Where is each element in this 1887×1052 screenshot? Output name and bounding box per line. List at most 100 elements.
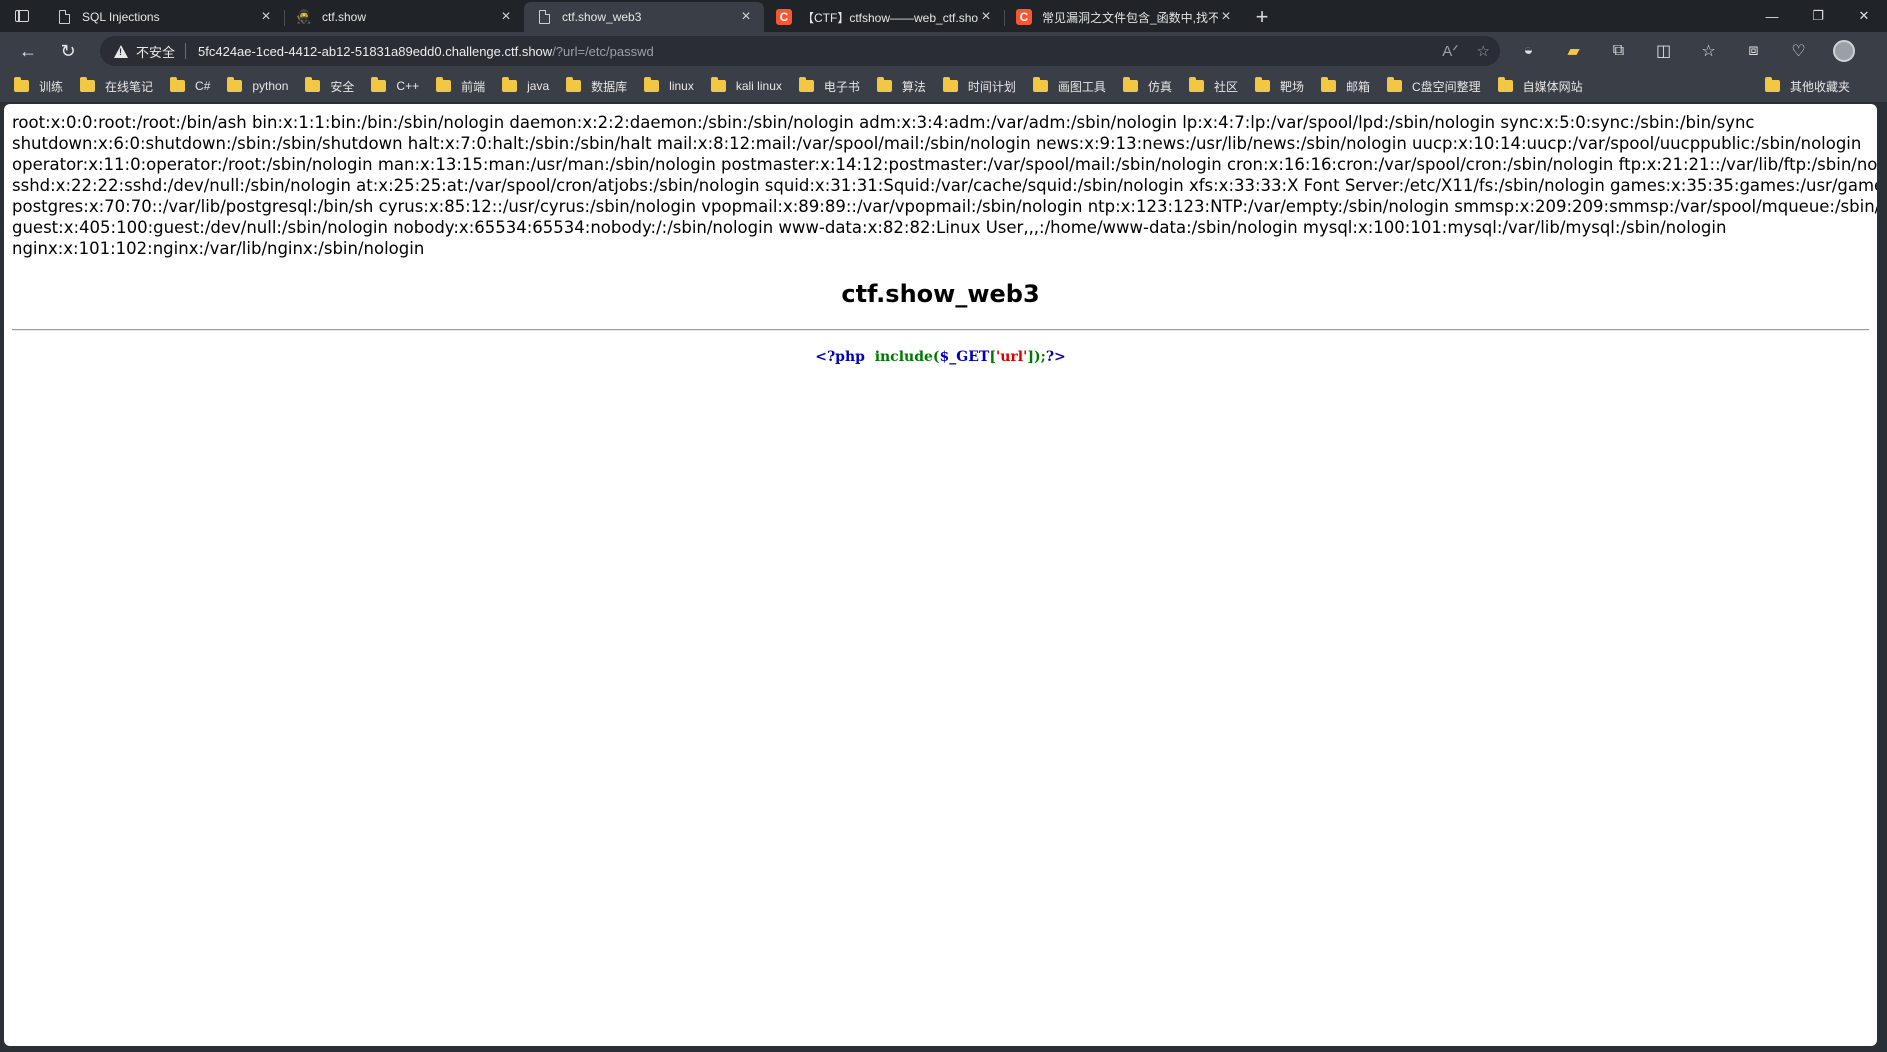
- bookmark-folder[interactable]: 画图工具: [1032, 77, 1106, 95]
- bookmark-label: linux: [669, 79, 694, 93]
- passwd-line: root:x:0:0:root:/root:/bin/ash bin:x:1:1…: [12, 113, 1755, 132]
- close-icon[interactable]: ×: [258, 9, 274, 25]
- restore-icon[interactable]: ❐: [1795, 0, 1841, 32]
- php-bracket-close: ]);: [1027, 349, 1046, 365]
- folder-icon: [1764, 77, 1780, 92]
- close-icon[interactable]: ×: [978, 9, 994, 25]
- folder-icon: [1254, 77, 1270, 92]
- bookmark-label: kali linux: [735, 79, 782, 93]
- bookmark-label: 数据库: [591, 79, 628, 94]
- address-bar[interactable]: ! 不安全 5fc424ae-1ced-4412-ab12-51831a89ed…: [100, 36, 1500, 66]
- bookmark-other-favorites[interactable]: 其他收藏夹: [1764, 70, 1850, 102]
- bookmark-folder[interactable]: 数据库: [566, 77, 628, 95]
- tab-sql-injections[interactable]: SQL Injections ×: [44, 2, 284, 32]
- folder-icon: [1497, 77, 1513, 92]
- bookmark-folder[interactable]: 训练: [14, 77, 63, 95]
- toolbar-icons: ◒ ▰ ⧉ ◫ ☆ ⧈ ♡: [1506, 35, 1866, 67]
- passwd-line: postgres:x:70:70::/var/lib/postgresql:/b…: [12, 197, 1877, 216]
- bookmark-folder[interactable]: 安全: [305, 77, 355, 95]
- bookmark-folder[interactable]: python: [227, 77, 288, 93]
- read-aloud-icon[interactable]: Aᐟ: [1442, 42, 1458, 60]
- bookmark-folder[interactable]: 前端: [436, 77, 485, 95]
- extension-bookmark-icon[interactable]: ▰: [1551, 35, 1596, 67]
- bookmark-folder[interactable]: 算法: [876, 77, 926, 95]
- bookmark-folder[interactable]: kali linux: [710, 77, 782, 93]
- folder-icon: [1320, 77, 1336, 92]
- bookmark-label: 时间计划: [967, 79, 1016, 94]
- folder-icon: [1032, 77, 1048, 92]
- passwd-line: guest:x:405:100:guest:/dev/null:/sbin/no…: [12, 218, 1727, 237]
- page-viewport: root:x:0:0:root:/root:/bin/ash bin:x:1:1…: [4, 104, 1877, 1046]
- bookmark-label: 电子书: [823, 79, 860, 94]
- close-icon[interactable]: ×: [1218, 9, 1234, 25]
- tab-csdn-file-include[interactable]: C 常见漏洞之文件包含_函数中,找不到 ×: [1004, 2, 1244, 32]
- bookmark-folder[interactable]: 时间计划: [942, 77, 1016, 95]
- folder-icon: [1188, 77, 1204, 92]
- php-bracket-open: [: [989, 349, 996, 365]
- folder-icon: [710, 77, 726, 92]
- bookmark-folder[interactable]: java: [502, 77, 550, 93]
- tab-ctf-show[interactable]: 🥷 ctf.show ×: [284, 2, 524, 32]
- tab-ctf-show-web3[interactable]: ctf.show_web3 ×: [524, 2, 764, 32]
- extension-hacker-icon[interactable]: ◒: [1506, 35, 1551, 67]
- folder-icon: [14, 77, 29, 92]
- refresh-icon[interactable]: ↻: [48, 35, 88, 67]
- divider: [185, 43, 187, 59]
- bookmark-label: 邮箱: [1345, 79, 1370, 94]
- bookmark-folder[interactable]: C++: [371, 77, 419, 93]
- bookmark-folder[interactable]: 社区: [1188, 77, 1238, 95]
- bookmark-label: 画图工具: [1057, 79, 1106, 94]
- bookmark-folder[interactable]: 仿真: [1122, 77, 1172, 95]
- security-label[interactable]: 不安全: [136, 42, 175, 61]
- extensions-icon[interactable]: ⧉: [1596, 35, 1641, 67]
- folder-icon: [436, 77, 452, 92]
- folder-icon: [170, 77, 186, 92]
- bookmark-label: 安全: [330, 79, 355, 94]
- tab-title: 【CTF】ctfshow——web_ctf.show: [802, 10, 978, 25]
- profile-icon[interactable]: [1821, 35, 1866, 67]
- php-include: include(: [874, 349, 940, 365]
- browser-essentials-icon[interactable]: ♡: [1776, 35, 1821, 67]
- bookmark-folder[interactable]: C盘空间整理: [1387, 77, 1481, 95]
- tab-title: ctf.show_web3: [562, 10, 642, 24]
- tab-title: 常见漏洞之文件包含_函数中,找不到: [1042, 10, 1218, 25]
- collections-icon[interactable]: ⧈: [1731, 35, 1776, 67]
- folder-icon: [502, 77, 518, 92]
- bookmark-label: 算法: [901, 79, 926, 94]
- star-icon[interactable]: ☆: [1477, 42, 1490, 60]
- browser-toolbar: ← ↻ ! 不安全 5fc424ae-1ced-4412-ab12-51831a…: [0, 32, 1887, 70]
- close-icon[interactable]: ×: [738, 9, 754, 25]
- folder-icon: [942, 77, 958, 92]
- bookmark-label: java: [527, 79, 550, 93]
- ninja-icon: 🥷: [295, 9, 313, 24]
- minimize-icon[interactable]: —: [1749, 0, 1795, 32]
- bookmark-label: C#: [195, 79, 211, 93]
- folder-icon: [80, 77, 96, 92]
- passwd-line: shutdown:x:6:0:shutdown:/sbin:/sbin/shut…: [12, 134, 1862, 153]
- split-screen-icon[interactable]: ◫: [1641, 35, 1686, 67]
- php-get-var: $_GET: [939, 349, 990, 365]
- bookmark-folder[interactable]: 自媒体网站: [1497, 77, 1583, 95]
- window-close-icon[interactable]: ✕: [1841, 0, 1887, 32]
- tab-csdn-ctfshow[interactable]: C 【CTF】ctfshow——web_ctf.show ×: [764, 2, 1004, 32]
- close-icon[interactable]: ×: [498, 9, 514, 25]
- bookmark-label: 在线笔记: [105, 79, 154, 94]
- bookmark-folder[interactable]: linux: [644, 77, 694, 93]
- bookmark-folder[interactable]: 电子书: [798, 77, 860, 95]
- folder-icon: [876, 77, 892, 92]
- folder-icon: [566, 77, 582, 92]
- passwd-line: sshd:x:22:22:sshd:/dev/null:/sbin/nologi…: [12, 176, 1877, 195]
- bookmark-label: 社区: [1213, 79, 1238, 94]
- tab-actions-button[interactable]: [0, 0, 44, 32]
- passwd-line: operator:x:11:0:operator:/root:/sbin/nol…: [12, 155, 1877, 174]
- bookmark-folder[interactable]: C#: [170, 77, 211, 93]
- new-tab-button[interactable]: +: [1244, 2, 1280, 32]
- bookmark-folder[interactable]: 邮箱: [1320, 77, 1370, 95]
- avatar: [1832, 40, 1855, 62]
- page-icon: [56, 9, 72, 25]
- bookmark-folder[interactable]: 靶场: [1254, 77, 1304, 95]
- bookmark-folder[interactable]: 在线笔记: [80, 77, 154, 95]
- folder-icon: [644, 77, 660, 92]
- favorites-icon[interactable]: ☆: [1686, 35, 1731, 67]
- back-icon[interactable]: ←: [8, 35, 48, 67]
